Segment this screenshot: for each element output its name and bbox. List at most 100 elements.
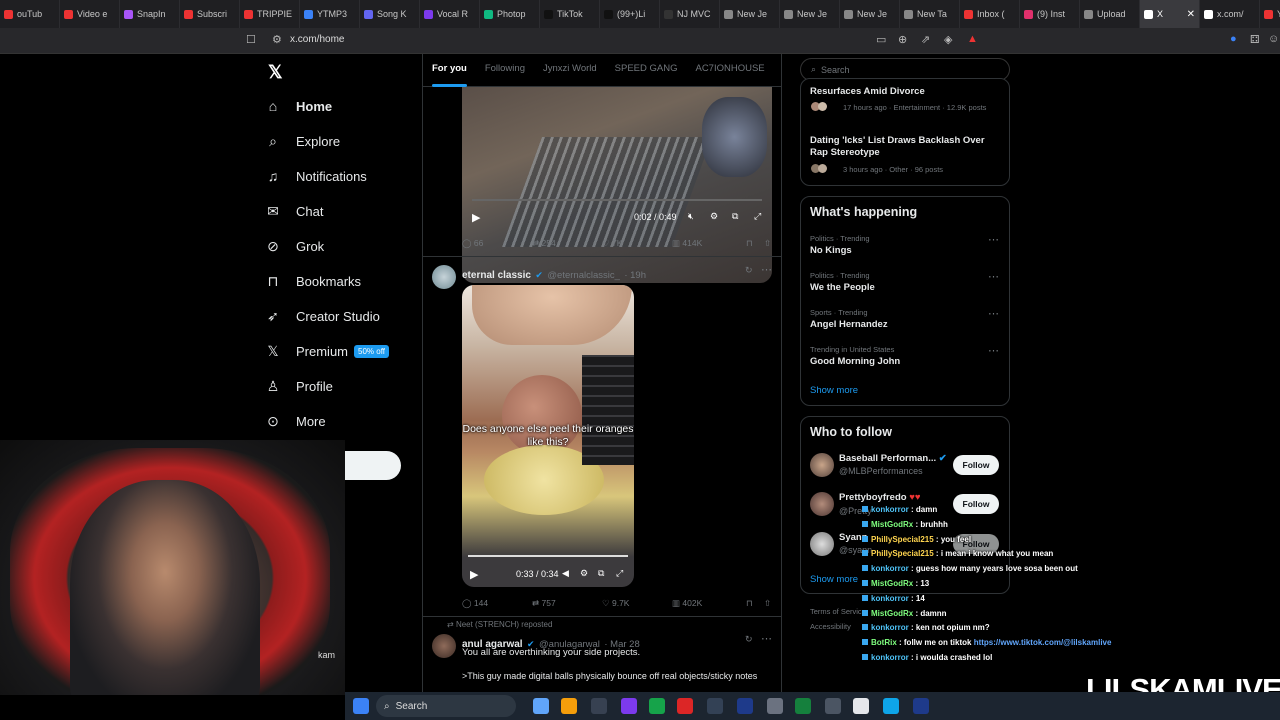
footer-accessibility[interactable]: Accessibility bbox=[810, 622, 851, 631]
extensions-icon[interactable]: ⚃ bbox=[1250, 33, 1260, 46]
browser-tab[interactable]: New Ta bbox=[900, 0, 960, 28]
nav-item-home[interactable]: ⌂ Home bbox=[262, 91, 332, 121]
app-icon[interactable] bbox=[767, 698, 783, 714]
pip-icon[interactable]: ⧉ bbox=[732, 211, 738, 222]
views-button[interactable]: ▥ 402K bbox=[672, 598, 702, 609]
close-tab-icon[interactable]: ✕ bbox=[1187, 9, 1195, 20]
like-button[interactable]: ♡ 7K bbox=[602, 238, 622, 249]
profile-icon[interactable]: ☺ bbox=[1268, 33, 1279, 45]
shield-icon[interactable]: ◈ bbox=[944, 33, 952, 46]
browser-tab[interactable]: New Je bbox=[780, 0, 840, 28]
author-name[interactable]: eternal classic bbox=[462, 270, 531, 281]
reply-button[interactable]: ◯ 144 bbox=[462, 598, 488, 609]
steam-icon[interactable] bbox=[737, 698, 753, 714]
store-icon[interactable] bbox=[591, 698, 607, 714]
show-more-link[interactable]: Show more bbox=[810, 574, 858, 585]
address-bar[interactable]: x.com/home bbox=[290, 34, 344, 45]
bookmark-icon[interactable]: ⊓ bbox=[746, 598, 753, 609]
trend-more-icon[interactable]: ⋯ bbox=[988, 307, 999, 320]
app-icon[interactable] bbox=[707, 698, 723, 714]
browser-tab[interactable]: NJ MVC bbox=[660, 0, 720, 28]
post-video-game[interactable]: ▶ 0:02 / 0:49 🔇︎ ⚙ ⧉ ⤢ bbox=[462, 87, 772, 283]
brave-icon[interactable] bbox=[677, 698, 693, 714]
app-icon[interactable] bbox=[795, 698, 811, 714]
news-title[interactable]: Dating 'Icks' List Draws Backlash Over R… bbox=[810, 135, 1005, 159]
feed-tab[interactable]: SPEED GANG bbox=[606, 54, 687, 86]
feed-tab[interactable]: B bbox=[774, 54, 781, 86]
discord-icon[interactable] bbox=[621, 698, 637, 714]
taskbar-search[interactable]: ⌕ Search bbox=[376, 695, 516, 717]
chat-link[interactable]: https://www.tiktok.com/@lilskamlive bbox=[974, 638, 1112, 647]
grok-icon[interactable]: ↻ bbox=[745, 634, 753, 645]
trend-name[interactable]: We the People bbox=[810, 282, 875, 294]
x-logo-icon[interactable]: 𝕏 bbox=[268, 62, 283, 83]
play-icon[interactable]: ▶ bbox=[470, 568, 478, 581]
trend-more-icon[interactable]: ⋯ bbox=[988, 233, 999, 246]
trend-more-icon[interactable]: ⋯ bbox=[988, 270, 999, 283]
nav-item-chat[interactable]: ✉ Chat bbox=[262, 196, 323, 226]
settings-icon[interactable]: ⚙ bbox=[580, 568, 588, 579]
app-icon[interactable] bbox=[825, 698, 841, 714]
browser-tab[interactable]: (9) Inst bbox=[1020, 0, 1080, 28]
trend-name[interactable]: Good Morning John bbox=[810, 356, 900, 368]
steam-icon[interactable] bbox=[913, 698, 929, 714]
browser-tab[interactable]: Upload bbox=[1080, 0, 1140, 28]
trend-name[interactable]: Angel Hernandez bbox=[810, 319, 888, 331]
views-button[interactable]: ▥ 414K bbox=[672, 238, 702, 249]
browser-tab[interactable]: YNW bbox=[1260, 0, 1280, 28]
nav-item-more[interactable]: ⊙ More bbox=[262, 406, 326, 436]
avatar[interactable] bbox=[810, 453, 834, 477]
browser-tab[interactable]: New Je bbox=[720, 0, 780, 28]
post-video-orange[interactable]: Does anyone else peel their oranges like… bbox=[462, 285, 634, 587]
browser-tab[interactable]: TikTok bbox=[540, 0, 600, 28]
pip-icon[interactable]: ⧉ bbox=[598, 568, 604, 579]
browser-tab[interactable]: Inbox ( bbox=[960, 0, 1020, 28]
windows-start-icon[interactable] bbox=[353, 698, 369, 714]
browser-tab[interactable]: Video e bbox=[60, 0, 120, 28]
fullscreen-icon[interactable]: ⤢ bbox=[616, 568, 623, 579]
follow-name[interactable]: Prettyboyfredo ♥♥ bbox=[839, 492, 921, 504]
avatar[interactable] bbox=[432, 265, 456, 289]
notepad-icon[interactable] bbox=[883, 698, 899, 714]
feed-tab[interactable]: AC7IONHOUSE bbox=[686, 54, 773, 86]
trend-name[interactable]: No Kings bbox=[810, 245, 852, 257]
nav-item-notifications[interactable]: ♫ Notifications bbox=[262, 161, 367, 191]
footer-terms[interactable]: Terms of Service bbox=[810, 607, 866, 616]
share-icon[interactable]: ⇗ bbox=[921, 33, 930, 46]
bookmark-star-icon[interactable]: ☐ bbox=[246, 33, 256, 46]
mute-icon[interactable]: 🔇︎ bbox=[688, 211, 694, 222]
repost-button[interactable]: ⇄ 254 bbox=[532, 238, 556, 249]
show-more-link[interactable]: Show more bbox=[810, 385, 858, 396]
alert-icon[interactable]: ▲ bbox=[967, 33, 978, 45]
nav-item-grok[interactable]: ⊘ Grok bbox=[262, 231, 324, 261]
browser-tab[interactable]: SnapIn bbox=[120, 0, 180, 28]
avatar[interactable] bbox=[810, 492, 834, 516]
share-icon[interactable]: ⇧ bbox=[764, 238, 771, 249]
zoom-icon[interactable]: ⊕ bbox=[898, 33, 907, 46]
like-button[interactable]: ♡ 9.7K bbox=[602, 598, 629, 609]
settings-icon[interactable]: ⚙ bbox=[710, 211, 718, 222]
browser-tab[interactable]: x.com/ bbox=[1200, 0, 1260, 28]
share-icon[interactable]: ⇧ bbox=[764, 598, 771, 609]
nav-item-creator-studio[interactable]: ➶ Creator Studio bbox=[262, 301, 380, 331]
browser-tab[interactable]: New Je bbox=[840, 0, 900, 28]
nav-item-explore[interactable]: ⌕ Explore bbox=[262, 126, 340, 156]
volume-icon[interactable]: ◀ bbox=[562, 568, 569, 579]
nav-item-premium[interactable]: 𝕏 Premium 50% off bbox=[262, 336, 389, 366]
browser-tab[interactable]: Photop bbox=[480, 0, 540, 28]
grok-icon[interactable]: ↻ bbox=[745, 265, 753, 276]
more-icon[interactable]: ⋯ bbox=[761, 263, 772, 276]
browser-tab[interactable]: Vocal R bbox=[420, 0, 480, 28]
folder-icon[interactable] bbox=[561, 698, 577, 714]
browser-tab[interactable]: Subscri bbox=[180, 0, 240, 28]
avatar[interactable] bbox=[810, 532, 834, 556]
app-icon[interactable] bbox=[649, 698, 665, 714]
reply-button[interactable]: ◯ 66 bbox=[462, 238, 483, 249]
fullscreen-icon[interactable]: ⤢ bbox=[754, 211, 761, 222]
feed-tab[interactable]: Jynxzi World bbox=[534, 54, 606, 86]
author-handle[interactable]: @eternalclassic_ bbox=[547, 270, 619, 281]
video-progress[interactable] bbox=[468, 555, 628, 557]
app-icon[interactable] bbox=[853, 698, 869, 714]
trend-more-icon[interactable]: ⋯ bbox=[988, 344, 999, 357]
copilot-icon[interactable] bbox=[533, 698, 549, 714]
